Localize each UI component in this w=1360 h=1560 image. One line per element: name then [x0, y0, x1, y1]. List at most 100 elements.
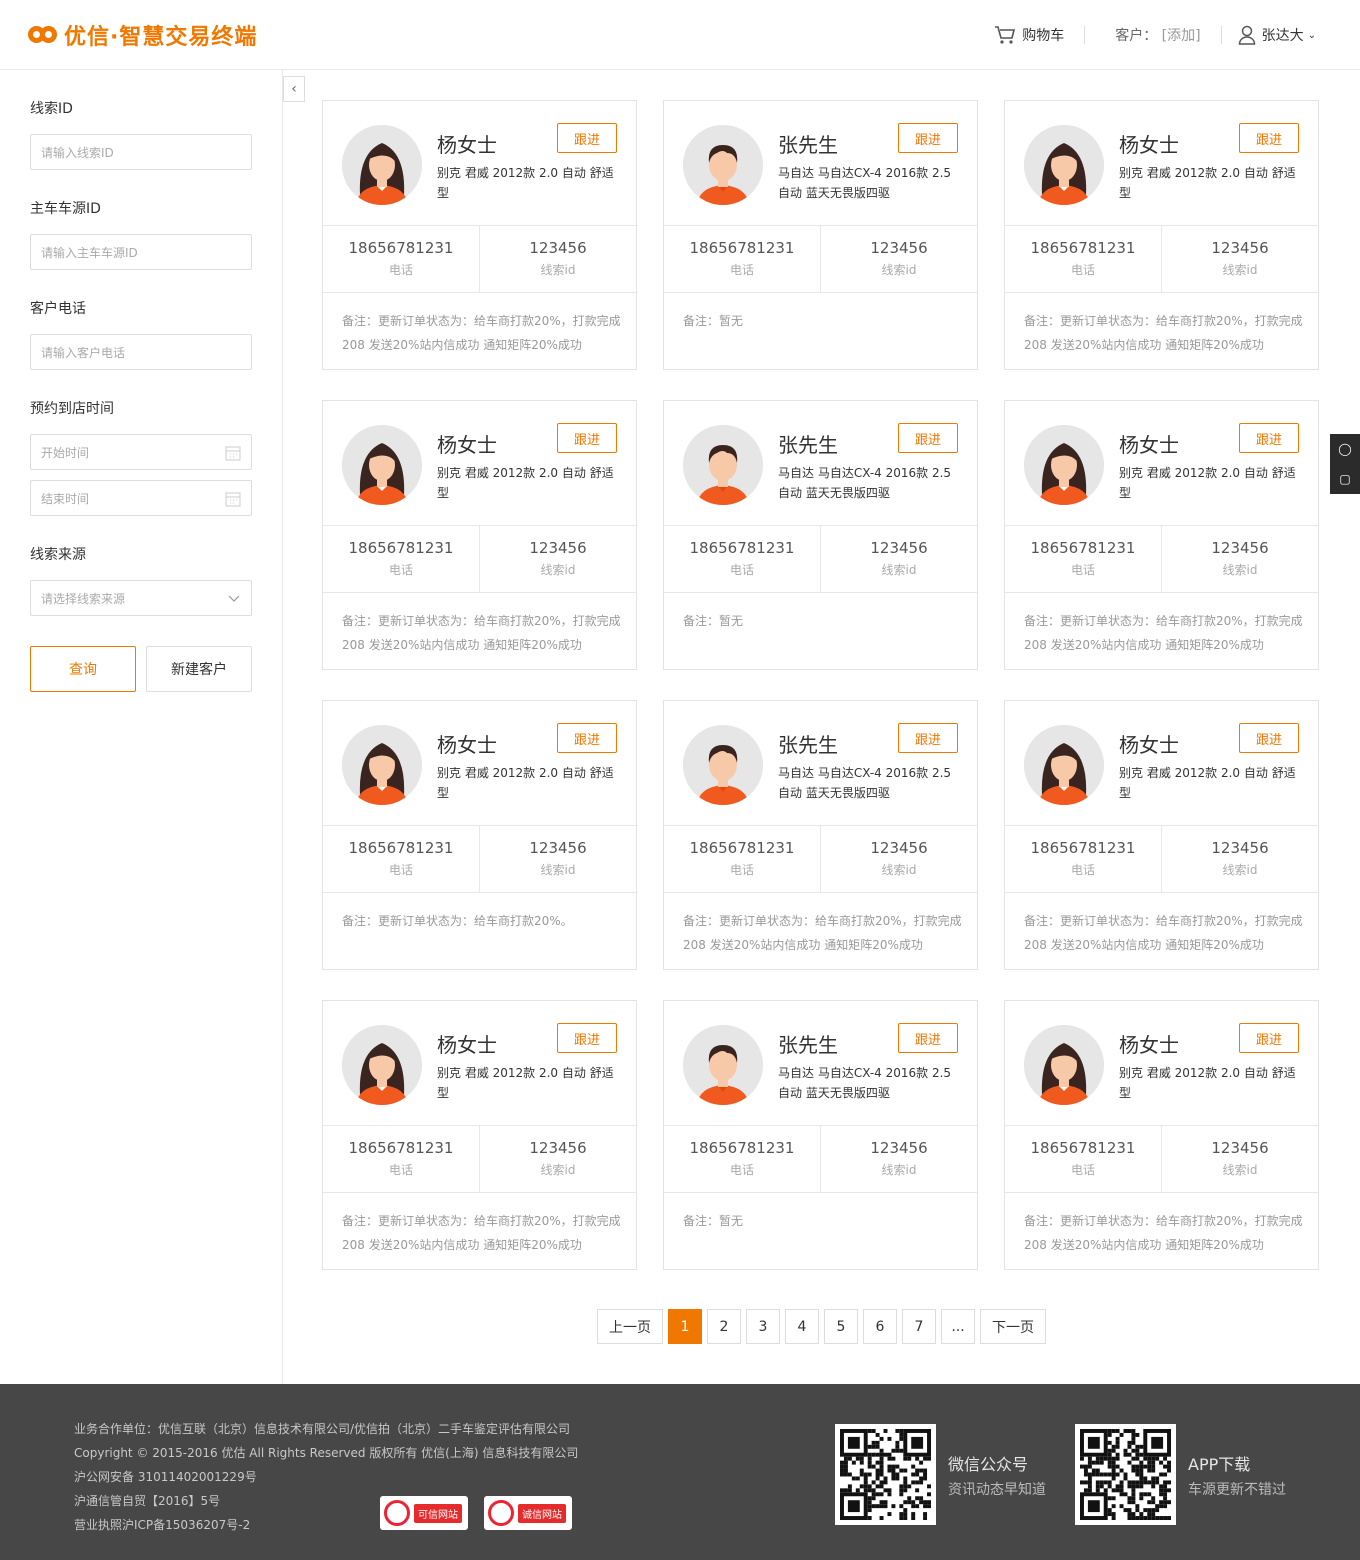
end-time-input[interactable]: 结束时间 [30, 480, 252, 516]
follow-button[interactable]: 跟进 [898, 123, 958, 153]
source-label: 线索来源 [30, 547, 86, 563]
chevron-down-icon: ⌄ [1307, 29, 1316, 41]
customer-name: 张先生 [778, 133, 838, 157]
customer-add-link[interactable]: [添加] [1162, 28, 1201, 44]
phone-key: 电话 [1070, 563, 1095, 577]
female-avatar-icon [342, 725, 422, 805]
car-model: 别克 君威 2012款 2.0 自动 舒适型 [437, 166, 614, 200]
clue-id-value: 123456 [529, 1139, 587, 1157]
credit-site-badge[interactable]: 诚信网站 [484, 1496, 572, 1530]
follow-button[interactable]: 跟进 [557, 423, 617, 453]
page-6-button[interactable]: 6 [863, 1309, 897, 1344]
clue-id-key: 线索id [881, 563, 917, 577]
phone-value: 18656781231 [689, 239, 795, 257]
phone-label: 客户电话 [30, 301, 86, 317]
logo-text: 优信·智慧交易终端 [64, 25, 258, 50]
customer-card[interactable]: 杨女士 跟进 别克 君威 2012款 2.0 自动 舒适型 1865678123… [322, 100, 637, 370]
footer-partners: 业务合作单位：优信互联（北京）信息技术有限公司/优信拍（北京）二手车鉴定评估有限… [74, 1422, 571, 1436]
page-4-button[interactable]: 4 [785, 1309, 819, 1344]
end-time-placeholder: 结束时间 [41, 491, 90, 506]
customer-card[interactable]: 杨女士 跟进 别克 君威 2012款 2.0 自动 舒适型 1865678123… [1004, 400, 1319, 670]
clue-stat: 123456 线索id [1161, 526, 1318, 592]
page-1-button[interactable]: 1 [668, 1309, 702, 1344]
car-model: 别克 君威 2012款 2.0 自动 舒适型 [437, 766, 614, 800]
customer-card[interactable]: 杨女士 跟进 别克 君威 2012款 2.0 自动 舒适型 1865678123… [1004, 700, 1319, 970]
customer-card[interactable]: 张先生 跟进 马自达 马自达CX-4 2016款 2.5 自动 蓝天无畏版四驱 … [663, 700, 978, 970]
clue-id-key: 线索id [1222, 563, 1258, 577]
avatar [683, 425, 763, 505]
clue-stat: 123456 线索id [1161, 226, 1318, 292]
scan-icon[interactable]: ▢ [1330, 464, 1360, 494]
customer-name: 杨女士 [1119, 1033, 1179, 1057]
female-avatar-icon [1024, 725, 1104, 805]
customer-name: 杨女士 [437, 133, 497, 157]
phone-key: 电话 [388, 263, 413, 277]
female-avatar-icon [342, 425, 422, 505]
clue-stat: 123456 线索id [479, 526, 636, 592]
page-5-button[interactable]: 5 [824, 1309, 858, 1344]
page-7-button[interactable]: 7 [902, 1309, 936, 1344]
avatar [342, 425, 422, 505]
top-header: 优信·智慧交易终端 购物车 客户： [添加] 张达大 ⌄ [0, 0, 1360, 70]
clue-id-input[interactable]: 请输入线索ID [30, 134, 252, 170]
start-time-input[interactable]: 开始时间 [30, 434, 252, 470]
follow-button[interactable]: 跟进 [1239, 723, 1299, 753]
page-3-button[interactable]: 3 [746, 1309, 780, 1344]
query-button[interactable]: 查询 [30, 646, 136, 692]
source-select[interactable]: 请选择线索来源 [30, 580, 252, 616]
phone-key: 电话 [729, 263, 754, 277]
car-source-input[interactable]: 请输入主车车源ID [30, 234, 252, 270]
user-menu[interactable]: 张达大 ⌄ [1222, 25, 1360, 45]
follow-button[interactable]: 跟进 [1239, 423, 1299, 453]
card-note: 备注：暂无 [683, 614, 744, 628]
car-model: 马自达 马自达CX-4 2016款 2.5 自动 蓝天无畏版四驱 [778, 766, 952, 800]
cart-link[interactable]: 购物车 [994, 25, 1084, 45]
customer-card[interactable]: 杨女士 跟进 别克 君威 2012款 2.0 自动 舒适型 1865678123… [1004, 100, 1319, 370]
phone-input[interactable]: 请输入客户电话 [30, 334, 252, 370]
app-qr-block: APP下载 车源更新不错过 [1075, 1424, 1286, 1525]
customer-card[interactable]: 张先生 跟进 马自达 马自达CX-4 2016款 2.5 自动 蓝天无畏版四驱 … [663, 100, 978, 370]
customer-card[interactable]: 张先生 跟进 马自达 马自达CX-4 2016款 2.5 自动 蓝天无畏版四驱 … [663, 1000, 978, 1270]
follow-button[interactable]: 跟进 [898, 723, 958, 753]
phone-value: 18656781231 [689, 839, 795, 857]
car-model: 别克 君威 2012款 2.0 自动 舒适型 [437, 466, 614, 500]
collapse-sidebar-button[interactable]: ‹ [283, 76, 305, 102]
phone-stat: 18656781231 电话 [1005, 526, 1161, 592]
customer-card[interactable]: 张先生 跟进 马自达 马自达CX-4 2016款 2.5 自动 蓝天无畏版四驱 … [663, 400, 978, 670]
avatar [342, 725, 422, 805]
trusted-site-badge[interactable]: 可信网站 [380, 1496, 468, 1530]
follow-button[interactable]: 跟进 [898, 1023, 958, 1053]
phone-key: 电话 [388, 1163, 413, 1177]
female-avatar-icon [342, 1025, 422, 1105]
next-page-button[interactable]: 下一页 [980, 1309, 1046, 1344]
page-2-button[interactable]: 2 [707, 1309, 741, 1344]
customer-card[interactable]: 杨女士 跟进 别克 君威 2012款 2.0 自动 舒适型 1865678123… [322, 400, 637, 670]
female-avatar-icon [342, 125, 422, 205]
history-icon[interactable]: ◯ [1330, 434, 1360, 464]
new-customer-button[interactable]: 新建客户 [146, 646, 252, 692]
wechat-qr-block: 微信公众号 资讯动态早知道 [835, 1424, 1046, 1525]
follow-button[interactable]: 跟进 [1239, 1023, 1299, 1053]
phone-key: 电话 [1070, 263, 1095, 277]
logo[interactable]: 优信·智慧交易终端 [28, 18, 257, 52]
clue-id-value: 123456 [870, 1139, 928, 1157]
prev-page-button[interactable]: 上一页 [597, 1309, 663, 1344]
page-ellipsis[interactable]: ... [941, 1309, 975, 1344]
app-subtitle: 车源更新不错过 [1188, 1481, 1286, 1498]
customer-name: 杨女士 [437, 1033, 497, 1057]
card-note: 备注：更新订单状态为：给车商打款20%，打款完成208 发送20%站内信成功 通… [1024, 1214, 1303, 1252]
follow-button[interactable]: 跟进 [557, 123, 617, 153]
follow-button[interactable]: 跟进 [898, 423, 958, 453]
follow-button[interactable]: 跟进 [557, 723, 617, 753]
customer-card[interactable]: 杨女士 跟进 别克 君威 2012款 2.0 自动 舒适型 1865678123… [322, 700, 637, 970]
phone-stat: 18656781231 电话 [664, 826, 820, 892]
source-placeholder: 请选择线索来源 [41, 591, 126, 606]
phone-stat: 18656781231 电话 [323, 526, 479, 592]
customer-card[interactable]: 杨女士 跟进 别克 君威 2012款 2.0 自动 舒适型 1865678123… [1004, 1000, 1319, 1270]
phone-stat: 18656781231 电话 [1005, 1126, 1161, 1192]
phone-value: 18656781231 [348, 239, 454, 257]
app-title: APP下载 [1188, 1454, 1251, 1474]
follow-button[interactable]: 跟进 [1239, 123, 1299, 153]
customer-card[interactable]: 杨女士 跟进 别克 君威 2012款 2.0 自动 舒适型 1865678123… [322, 1000, 637, 1270]
follow-button[interactable]: 跟进 [557, 1023, 617, 1053]
